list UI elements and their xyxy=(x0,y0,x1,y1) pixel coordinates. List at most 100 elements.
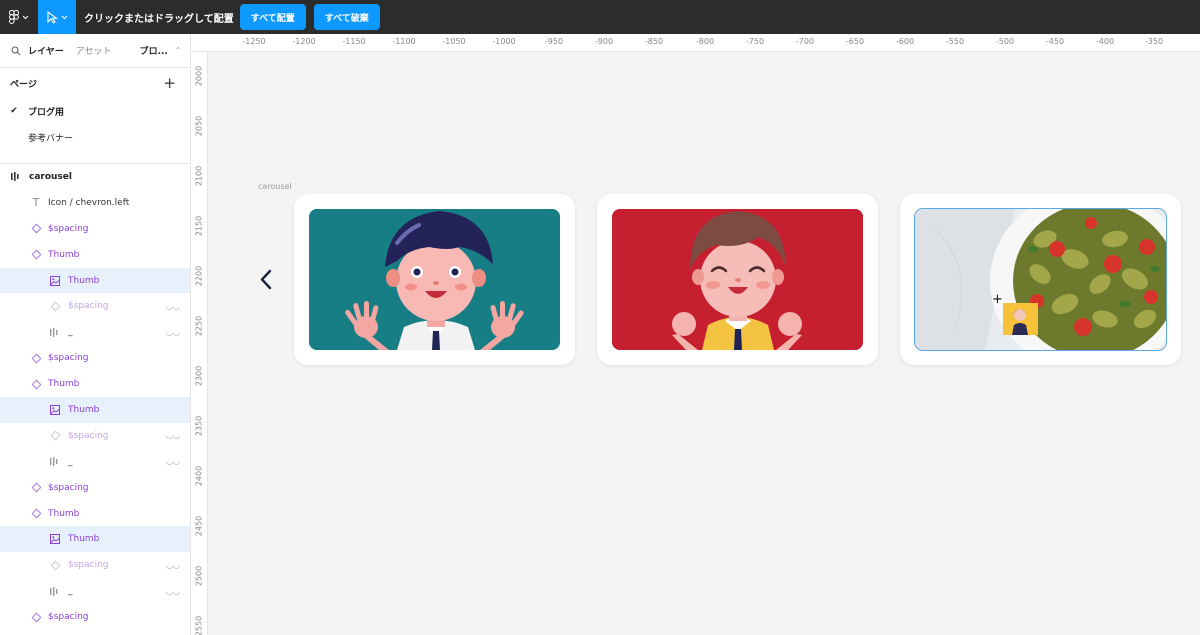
ruler-tick: -450 xyxy=(1045,37,1065,46)
chevron-up-icon[interactable]: ⌃ xyxy=(175,46,182,55)
ruler-tick: -950 xyxy=(544,37,564,46)
page-selector[interactable]: ブロ... xyxy=(140,44,168,57)
ruler-tick: -650 xyxy=(845,37,865,46)
component-instance-icon xyxy=(31,482,41,493)
layer-item-thumb-image[interactable]: Thumb xyxy=(0,526,190,553)
layer-item-spacing[interactable]: $spacing xyxy=(0,345,190,371)
layer-item-thumb[interactable]: Thumb xyxy=(0,242,190,268)
chevron-left-icon[interactable] xyxy=(256,264,276,296)
move-tool-button[interactable] xyxy=(38,0,76,34)
layer-item-carousel[interactable]: carousel xyxy=(0,164,190,190)
ruler-tick: -700 xyxy=(795,37,815,46)
ruler-tick: -1150 xyxy=(342,37,366,46)
hidden-eye-icon[interactable]: ◡◡ xyxy=(166,457,180,466)
tab-layers[interactable]: レイヤー xyxy=(28,44,64,57)
ruler-tick: 2300 xyxy=(194,365,204,387)
component-instance-icon xyxy=(31,379,41,390)
hidden-eye-icon[interactable]: ◡◡ xyxy=(166,302,180,311)
ruler-tick: -850 xyxy=(644,37,664,46)
ruler-tick: -900 xyxy=(594,37,614,46)
add-page-icon[interactable]: + xyxy=(163,74,176,92)
ruler-tick: -1000 xyxy=(492,37,516,46)
component-instance-icon xyxy=(31,612,41,623)
place-all-button[interactable]: すべて配置 xyxy=(239,4,306,30)
layer-item-icon-chevron[interactable]: T Icon / chevron.left xyxy=(0,190,190,216)
component-instance-icon xyxy=(50,560,60,571)
component-instance-icon xyxy=(31,249,41,260)
pasta-photo xyxy=(915,209,1166,350)
layer-item-spacing-hidden[interactable]: $spacing ◡◡ xyxy=(0,552,190,578)
layer-label: Thumb xyxy=(48,249,80,260)
discard-all-button[interactable]: すべて破棄 xyxy=(313,4,380,30)
figma-logo-icon xyxy=(9,10,19,24)
page-item-reference-banner[interactable]: 参考バナー xyxy=(0,124,190,150)
main-menu-button[interactable] xyxy=(0,0,38,34)
layer-item-thumb[interactable]: Thumb xyxy=(0,371,190,397)
component-instance-icon xyxy=(31,353,41,364)
ruler-tick: -1200 xyxy=(292,37,316,46)
layer-item-thumb-image[interactable]: Thumb xyxy=(0,397,190,423)
layer-item-spacing[interactable]: $spacing xyxy=(0,604,190,630)
layer-item-spacing[interactable]: $spacing xyxy=(0,475,190,501)
hidden-eye-icon[interactable]: ◡◡ xyxy=(166,431,180,440)
top-toolbar: クリックまたはドラッグして配置 すべて配置 すべて破棄 xyxy=(0,0,1200,34)
chevron-down-icon xyxy=(61,15,67,19)
image-icon xyxy=(50,534,60,545)
layer-label: $spacing xyxy=(68,430,109,441)
thumb-image[interactable] xyxy=(914,208,1167,351)
ruler-tick: -500 xyxy=(995,37,1015,46)
layer-item-spacing[interactable]: $spacing xyxy=(0,216,190,242)
thumb-card[interactable] xyxy=(900,194,1181,365)
image-icon xyxy=(50,275,60,286)
pages-title: ページ xyxy=(10,79,37,90)
page-item-label: ブログ用 xyxy=(28,107,65,118)
ruler-tick: -400 xyxy=(1095,37,1115,46)
ruler-tick: -1050 xyxy=(442,37,466,46)
layer-item-underscore[interactable]: _ ◡◡ xyxy=(0,449,190,475)
ruler-tick: 2150 xyxy=(194,215,204,237)
sidebar-tabs: レイヤー アセット ブロ... ⌃ xyxy=(0,34,190,68)
layer-label: $spacing xyxy=(68,301,109,312)
component-instance-icon xyxy=(50,301,60,312)
layer-label: $spacing xyxy=(48,612,89,623)
ruler-tick: -350 xyxy=(1144,37,1164,46)
hidden-eye-icon[interactable]: ◡◡ xyxy=(166,561,180,570)
ruler-tick: 2100 xyxy=(194,165,204,187)
layer-label: _ xyxy=(68,456,73,467)
ruler-tick: -550 xyxy=(945,37,965,46)
layer-item-spacing-hidden[interactable]: $spacing ◡◡ xyxy=(0,423,190,449)
page-item-label: 参考バナー xyxy=(28,133,74,144)
layer-item-underscore[interactable]: _ ◡◡ xyxy=(0,319,190,345)
ruler-tick: 2550 xyxy=(194,615,204,635)
frame-label[interactable]: carousel xyxy=(258,182,292,191)
layer-tree: carousel T Icon / chevron.left $spacing … xyxy=(0,164,190,630)
thumb-card[interactable] xyxy=(294,194,575,365)
thumb-image[interactable] xyxy=(309,209,560,350)
placement-hint: クリックまたはドラッグして配置 xyxy=(84,13,234,25)
layer-item-spacing-hidden[interactable]: $spacing ◡◡ xyxy=(0,293,190,319)
page-item-blog[interactable]: ✔ ブログ用 xyxy=(0,98,190,124)
thumb-card[interactable] xyxy=(597,194,878,365)
layer-label: Thumb xyxy=(68,534,100,545)
thumb-image[interactable] xyxy=(612,209,863,350)
layer-item-underscore[interactable]: _ ◡◡ xyxy=(0,578,190,604)
auto-layout-icon xyxy=(50,327,60,337)
ruler-tick: 2250 xyxy=(194,315,204,337)
layer-label: _ xyxy=(68,327,73,338)
component-instance-icon xyxy=(31,223,41,234)
ruler-tick: -800 xyxy=(695,37,715,46)
hidden-eye-icon[interactable]: ◡◡ xyxy=(166,328,180,337)
ruler-tick: 2000 xyxy=(194,65,204,87)
layer-label: _ xyxy=(68,586,73,597)
tab-assets[interactable]: アセット xyxy=(76,44,112,57)
ruler-tick: 2200 xyxy=(194,265,204,287)
hidden-eye-icon[interactable]: ◡◡ xyxy=(166,587,180,596)
search-icon[interactable] xyxy=(11,46,21,56)
layer-item-thumb[interactable]: Thumb xyxy=(0,501,190,527)
ruler-tick: -1100 xyxy=(392,37,416,46)
layer-item-thumb-image[interactable]: Thumb xyxy=(0,267,190,294)
layer-label: $spacing xyxy=(48,353,89,364)
horizontal-ruler: -1250 -1200 -1150 -1100 -1050 -1000 -950… xyxy=(191,34,1200,52)
ruler-tick: 2050 xyxy=(194,115,204,137)
layer-label: Icon / chevron.left xyxy=(48,197,130,208)
